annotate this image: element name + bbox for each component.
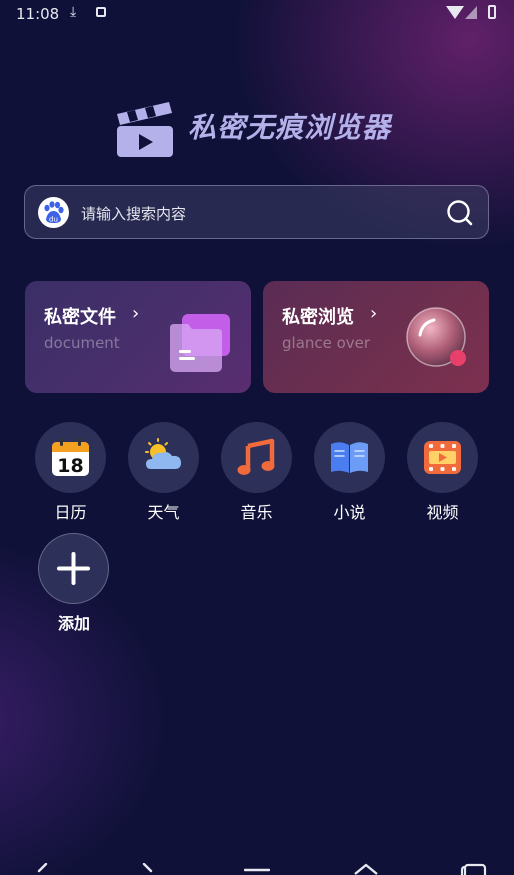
wifi-icon	[446, 6, 464, 19]
app-video[interactable]: 视频	[401, 422, 481, 522]
private-browse-card[interactable]: 私密浏览 › glance over	[263, 281, 489, 393]
app-calendar[interactable]: 18 日历	[29, 422, 109, 522]
battery-icon	[488, 5, 496, 19]
status-time: 11:08	[16, 5, 60, 23]
notification-icon	[96, 7, 106, 17]
app-label: 小说	[333, 503, 366, 522]
folder-icon	[168, 314, 234, 378]
card-title: 私密文件	[44, 307, 116, 328]
app-novel[interactable]: 小说	[308, 422, 388, 522]
search-input[interactable]	[79, 198, 433, 230]
download-icon: ⤓	[70, 4, 77, 20]
clapperboard-icon	[115, 96, 175, 158]
menu-icon[interactable]	[244, 863, 270, 875]
music-icon[interactable]	[221, 422, 292, 493]
chevron-right-icon: ›	[370, 303, 378, 324]
card-subtitle: glance over	[282, 334, 371, 352]
svg-text:du: du	[49, 216, 58, 224]
plus-icon	[57, 552, 90, 585]
private-files-card[interactable]: 私密文件 › document	[25, 281, 251, 393]
card-title: 私密浏览	[282, 307, 354, 328]
app-music[interactable]: 音乐	[215, 422, 295, 522]
add-label: 添加	[57, 614, 90, 633]
search-icon[interactable]	[446, 199, 474, 227]
search-bar[interactable]: du	[24, 185, 489, 239]
calendar-day: 18	[57, 455, 83, 477]
tabs-icon[interactable]	[460, 863, 488, 875]
chevron-right-icon: ›	[132, 303, 140, 324]
app-label: 天气	[147, 503, 180, 522]
app-title: 私密无痕浏览器	[188, 111, 392, 144]
status-bar: 11:08 ⤓	[0, 0, 514, 30]
app-weather[interactable]: 天气	[122, 422, 202, 522]
app-label: 视频	[426, 503, 459, 522]
app-label: 日历	[54, 503, 87, 522]
glass-ball-icon	[404, 305, 472, 377]
bottom-nav-bar	[0, 855, 514, 875]
book-icon[interactable]	[314, 422, 385, 493]
signal-icon	[465, 6, 477, 19]
app-label: 音乐	[240, 503, 273, 522]
weather-icon[interactable]	[128, 422, 199, 493]
calendar-icon[interactable]: 18	[35, 422, 106, 493]
baidu-icon[interactable]: du	[38, 197, 69, 228]
video-icon[interactable]	[407, 422, 478, 493]
back-icon[interactable]	[36, 863, 50, 875]
card-subtitle: document	[44, 334, 120, 352]
home-icon[interactable]	[353, 863, 379, 875]
add-button[interactable]	[38, 533, 109, 604]
forward-icon[interactable]	[140, 863, 154, 875]
